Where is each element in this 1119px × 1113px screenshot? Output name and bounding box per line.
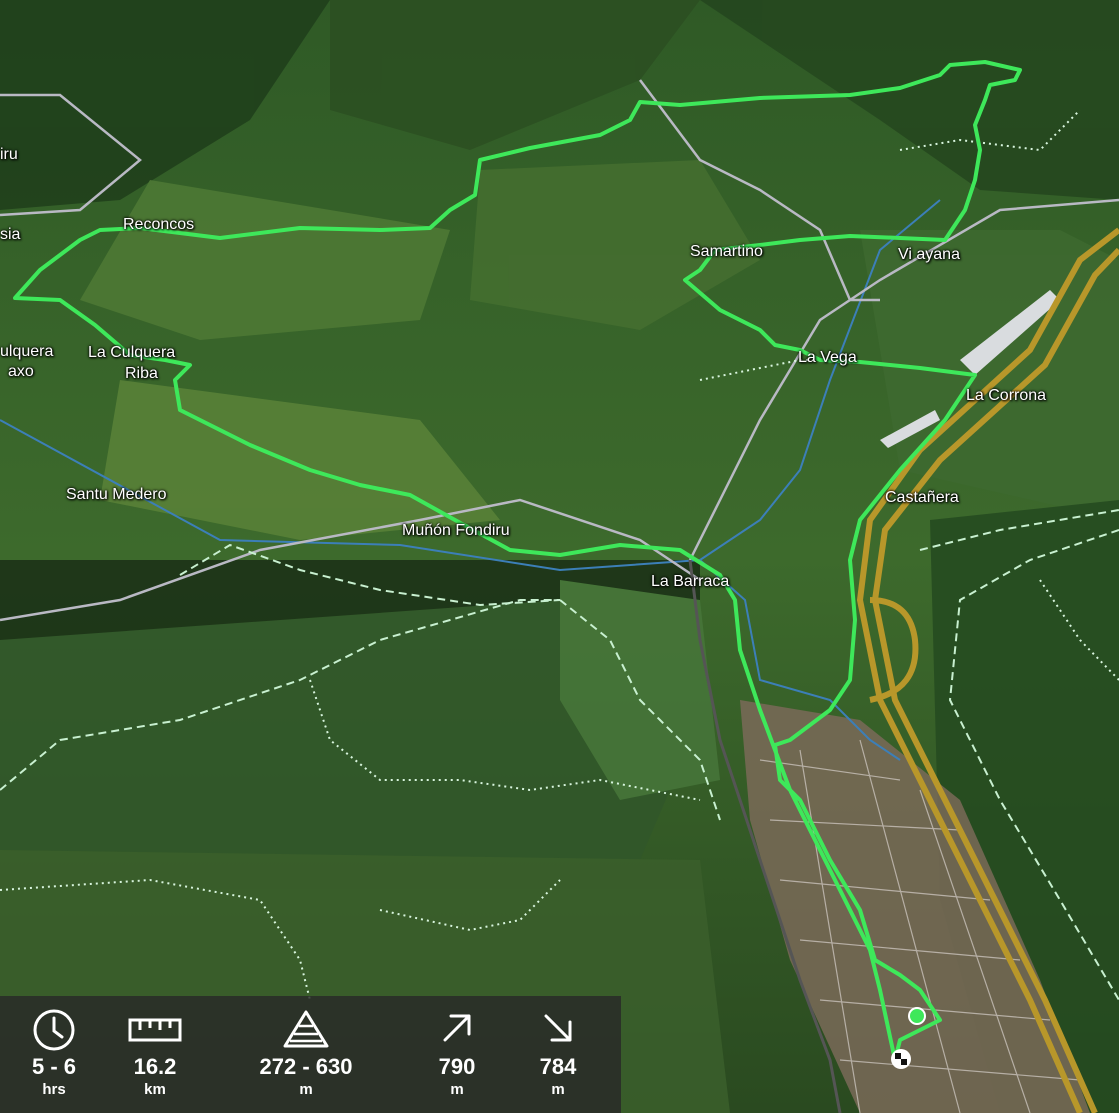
descent-stat: 784 m	[498, 996, 618, 1113]
place-label: ulquera	[0, 343, 54, 360]
place-label: Castañera	[885, 489, 959, 506]
descent-value: 784	[539, 1054, 577, 1079]
distance-stat: 16.2 km	[95, 996, 215, 1113]
place-label: sia	[0, 226, 21, 243]
place-label: iru	[0, 146, 18, 163]
place-label: Vi ayana	[898, 246, 960, 263]
place-label: Muñón Fondiru	[402, 522, 510, 539]
place-label: Samartino	[690, 243, 763, 260]
descent-unit: m	[551, 1081, 565, 1098]
place-label: axo	[8, 363, 34, 380]
place-label: La Culquera	[88, 344, 176, 361]
place-label: Santu Medero	[66, 486, 167, 503]
terrain-map[interactable]	[0, 0, 1119, 1113]
distance-unit: km	[144, 1081, 166, 1098]
elevation-value: 272 - 630	[259, 1054, 353, 1079]
ruler-icon	[128, 1008, 182, 1051]
arrow-up-right-icon	[437, 1008, 477, 1053]
place-label: La Barraca	[651, 573, 730, 590]
place-label: Riba	[125, 365, 158, 382]
place-label: Reconcos	[123, 216, 195, 233]
place-label: La Vega	[798, 349, 857, 366]
route-stats-panel: 5 - 6 hrs 16.2 km 272 - 630 m 790 m 784 …	[0, 996, 621, 1113]
place-label: La Corrona	[966, 387, 1047, 404]
finish-flag-icon[interactable]	[891, 1049, 911, 1069]
arrow-down-right-icon	[538, 1008, 578, 1053]
elevation-unit: m	[299, 1081, 313, 1098]
elevation-icon	[281, 1008, 331, 1055]
distance-value: 16.2	[133, 1054, 177, 1079]
elevation-stat: 272 - 630 m	[246, 996, 366, 1113]
start-marker[interactable]	[908, 1007, 926, 1025]
clock-icon	[31, 1008, 77, 1057]
